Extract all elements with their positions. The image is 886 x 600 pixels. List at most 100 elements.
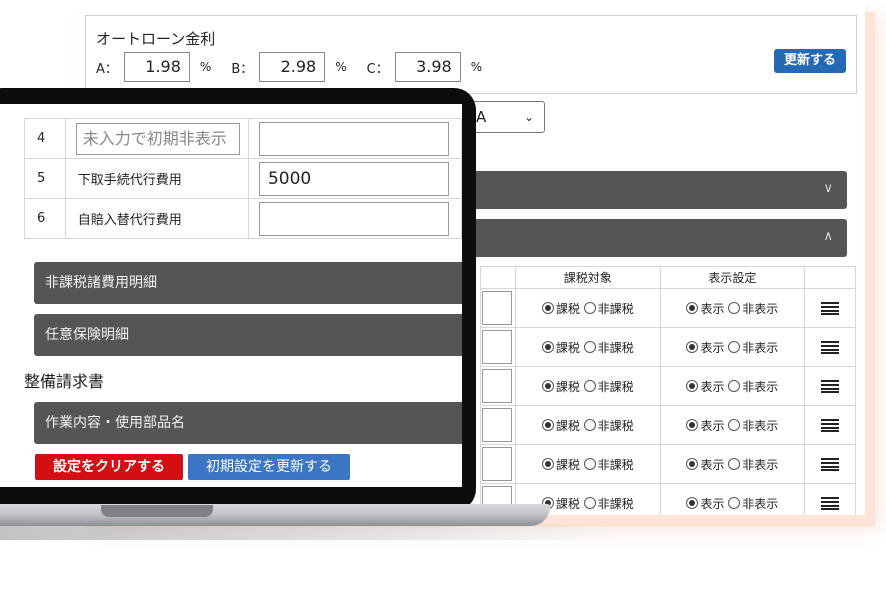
tax-on-label: 課税 [555, 340, 580, 355]
row-number: 6 [24, 198, 66, 239]
cost-value-input[interactable] [258, 201, 449, 236]
expanded-section-bar[interactable]: ∧ [461, 219, 847, 257]
radio-empty-icon[interactable] [728, 418, 741, 431]
radio-selected-icon[interactable] [541, 340, 554, 353]
reset-defaults-button[interactable]: 初期設定を更新する [188, 454, 350, 480]
radio-empty-icon[interactable] [583, 496, 596, 509]
nontax-expenses-bar[interactable]: 非課税諸費用明細 [34, 262, 462, 304]
radio-empty-icon[interactable] [583, 418, 596, 431]
show-on-label: 表示 [700, 379, 725, 394]
tax-radio-group: 課税 非課税 [514, 444, 661, 484]
display-radio-group: 表示 非表示 [659, 327, 806, 367]
auto-loan-title: オートローン金利 [96, 30, 216, 48]
tax-off-label: 非課税 [597, 496, 634, 511]
radio-empty-icon[interactable] [583, 457, 596, 470]
cost-label: 下取手続代行費用 [64, 158, 249, 199]
radio-selected-icon[interactable] [541, 301, 554, 314]
radio-selected-icon[interactable] [686, 379, 699, 392]
invoice-heading: 整備請求書 [24, 372, 105, 391]
table-row: 課税 非課税 表示 非表示 [480, 444, 856, 484]
radio-empty-icon[interactable] [583, 379, 596, 392]
auto-loan-rate-panel: オートローン金利 A： 1.98 % B： 2.98 % C： 3.98 % 更… [85, 15, 857, 94]
radio-selected-icon[interactable] [686, 301, 699, 314]
show-off-label: 非表示 [742, 496, 779, 511]
show-off-label: 非表示 [742, 379, 779, 394]
chevron-down-icon: ⌄ [523, 110, 534, 124]
rate-a-input[interactable]: 1.98 [123, 52, 190, 82]
drag-handle-icon[interactable] [821, 380, 840, 393]
show-off-label: 非表示 [742, 340, 779, 355]
clear-settings-button[interactable]: 設定をクリアする [35, 454, 183, 480]
radio-selected-icon[interactable] [541, 457, 554, 470]
tax-on-label: 課税 [555, 301, 580, 316]
laptop-base [0, 504, 550, 526]
cost-value-input[interactable] [258, 121, 449, 156]
radio-selected-icon[interactable] [541, 418, 554, 431]
table-row: 課税 非課税 表示 非表示 [480, 327, 856, 367]
radio-selected-icon[interactable] [686, 457, 699, 470]
update-rate-button[interactable]: 更新する [773, 49, 846, 73]
radio-selected-icon[interactable] [686, 496, 699, 509]
radio-empty-icon[interactable] [728, 457, 741, 470]
table-row: 課税 非課税 表示 非表示 [480, 366, 856, 406]
table-row: 6 自賠入替代行費用 [24, 198, 462, 239]
drag-handle-icon[interactable] [821, 458, 840, 471]
display-radio-group: 表示 非表示 [659, 366, 806, 406]
insurance-details-bar[interactable]: 任意保険明細 [34, 314, 462, 356]
chevron-up-icon: ∧ [823, 229, 833, 244]
radio-selected-icon[interactable] [686, 418, 699, 431]
rate-row: A： 1.98 % B： 2.98 % C： 3.98 % [96, 52, 502, 82]
tax-settings-table: 課税対象 表示設定 課税 非課税 表示 非表示 課税 非課税 表示 非表示 課税 非課税… [480, 266, 856, 515]
table-header-row: 課税対象 表示設定 [480, 266, 856, 289]
show-off-label: 非表示 [742, 301, 779, 316]
drag-handle-icon[interactable] [821, 341, 840, 354]
row-number: 4 [24, 118, 66, 159]
tax-on-label: 課税 [555, 457, 580, 472]
drag-handle-icon[interactable] [821, 419, 840, 432]
show-off-label: 非表示 [742, 457, 779, 472]
collapsed-section-bar[interactable]: ∨ [461, 171, 847, 209]
table-row: 5 下取手続代行費用 5000 [24, 158, 462, 199]
show-on-label: 表示 [700, 457, 725, 472]
cost-value-input[interactable]: 5000 [258, 161, 449, 196]
rate-c-input[interactable]: 3.98 [394, 52, 461, 82]
rate-c-label: C： [366, 61, 389, 77]
item-name-input[interactable] [481, 408, 512, 442]
tax-radio-group: 課税 非課税 [514, 288, 661, 328]
drag-handle-icon[interactable] [821, 497, 840, 510]
radio-selected-icon[interactable] [686, 340, 699, 353]
rate-a-label: A： [96, 61, 118, 77]
radio-empty-icon[interactable] [728, 379, 741, 392]
laptop-shadow [0, 524, 620, 540]
radio-empty-icon[interactable] [583, 301, 596, 314]
item-name-input[interactable] [481, 291, 512, 325]
item-name-input[interactable] [481, 369, 512, 403]
table-row: 課税 非課税 表示 非表示 [480, 405, 856, 445]
work-parts-bar[interactable]: 作業内容・使用部品名 [34, 402, 462, 444]
radio-empty-icon[interactable] [728, 301, 741, 314]
tax-column-header: 課税対象 [514, 266, 661, 289]
rate-b-label: B： [231, 61, 254, 77]
tax-on-label: 課税 [555, 418, 580, 433]
radio-empty-icon[interactable] [728, 340, 741, 353]
tax-off-label: 非課税 [597, 418, 634, 433]
radio-selected-icon[interactable] [541, 379, 554, 392]
table-row: 4 未入力で初期非表示 [24, 118, 462, 159]
tax-off-label: 非課税 [597, 340, 634, 355]
cost-label-input[interactable]: 未入力で初期非表示 [75, 122, 240, 155]
laptop-notch [101, 505, 213, 517]
cost-items-table: 4 未入力で初期非表示 5 下取手続代行費用 5000 6 自賠入替代行費用 [24, 118, 462, 239]
show-on-label: 表示 [700, 301, 725, 316]
drag-handle-icon[interactable] [821, 302, 840, 315]
tax-off-label: 非課税 [597, 457, 634, 472]
show-on-label: 表示 [700, 496, 725, 511]
item-name-input[interactable] [481, 447, 512, 481]
item-name-input[interactable] [481, 330, 512, 364]
show-on-label: 表示 [700, 340, 725, 355]
rate-b-input[interactable]: 2.98 [259, 52, 326, 82]
tax-off-label: 非課税 [597, 379, 634, 394]
tax-off-label: 非課税 [597, 301, 634, 316]
radio-empty-icon[interactable] [583, 340, 596, 353]
radio-empty-icon[interactable] [728, 496, 741, 509]
cost-label: 自賠入替代行費用 [64, 198, 249, 239]
